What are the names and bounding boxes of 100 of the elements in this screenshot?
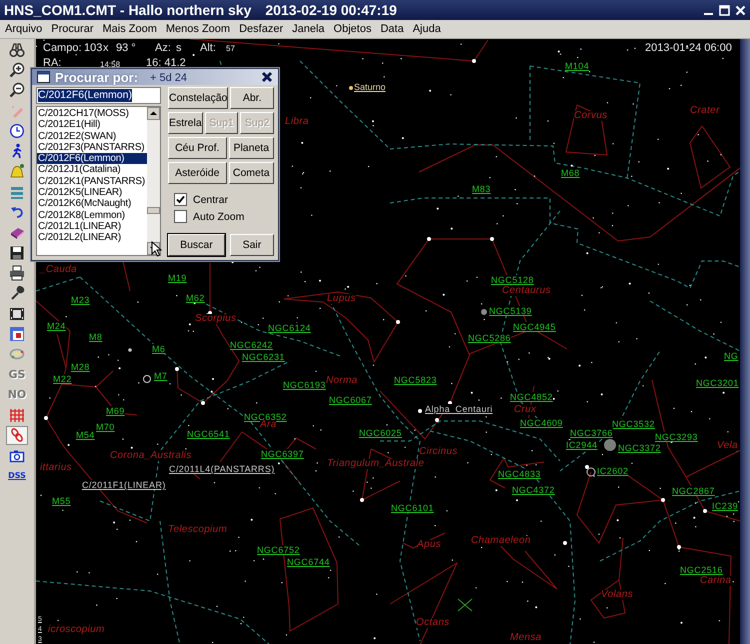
link-icon[interactable] [6, 426, 28, 445]
dialog-title: Procurar por: [55, 70, 138, 84]
constellation-label: Libra [285, 117, 309, 127]
category-button[interactable]: Estrela [168, 112, 203, 134]
constellation-label: Crux [514, 405, 536, 415]
object-label: M8 [89, 332, 102, 342]
object-label: M62 [186, 293, 205, 303]
constellation-label: Centaurus [502, 286, 551, 296]
object-label: NG [724, 351, 738, 361]
constellation-label: Lupus [327, 294, 356, 304]
object-label: NGC6025 [359, 428, 402, 438]
object-label: M19 [168, 273, 187, 283]
object-label: NGC4852 [510, 392, 553, 402]
close-icon[interactable] [261, 71, 273, 83]
list-item[interactable]: C/2012K6(McNaught) [37, 198, 147, 210]
object-label: NGC4372 [512, 485, 555, 495]
object-label: NGC2516 [680, 565, 723, 575]
object-label: NGC4609 [520, 418, 563, 428]
field-value: x [103, 42, 108, 54]
object-label: NGC5139 [489, 306, 532, 316]
list-item[interactable]: C/2012J1(Catalina) [37, 164, 147, 176]
maximize-icon[interactable] [719, 4, 730, 16]
object-label: NGC3201 [696, 378, 739, 388]
ra-label: RA: [43, 57, 62, 69]
object-label: NGC2867 [672, 486, 715, 496]
constellation-label: Octans [416, 618, 450, 628]
scroll-up-icon[interactable] [147, 107, 160, 120]
object-label: NGC3532 [612, 419, 655, 429]
menu-item[interactable]: Ajuda [412, 23, 441, 35]
comet-label: C/2011F1(LINEAR) [82, 480, 166, 490]
list-item[interactable]: C/2012L1(LINEAR) [37, 220, 147, 232]
scrollbar[interactable] [147, 107, 160, 255]
list-item[interactable]: C/2012F6(Lemmon) [37, 153, 147, 164]
constellation-label: Carina [700, 576, 732, 586]
list-item[interactable]: C/2012CH17(MOSS) [37, 108, 147, 120]
category-button[interactable]: Abr. [230, 87, 274, 109]
object-label: NGC3372 [618, 443, 661, 453]
category-button[interactable]: Constelação [168, 87, 228, 109]
constellation-label: Scorpius [195, 314, 236, 324]
star-label: Alpha_Centauri [425, 404, 493, 414]
menu-item[interactable]: Janela [292, 23, 325, 35]
list-item[interactable]: C/2012K1(PANSTARRS) [37, 176, 147, 188]
azimuth-value: s [176, 42, 182, 54]
object-label: IC2944 [566, 440, 598, 450]
object-label: NGC6193 [283, 380, 326, 390]
window-icon [37, 71, 50, 83]
ra-value: 16: 41.2 [146, 57, 186, 69]
declination-value: + 5d 24 [150, 72, 188, 84]
ra-value: 14:58 [100, 59, 120, 71]
comet-label: C/2011L4(PANSTARRS) [169, 464, 275, 474]
window-timestamp: 2013-02-19 00:47:19 [265, 2, 397, 18]
list-item[interactable]: C/2012K5(LINEAR) [37, 187, 147, 198]
menu-item[interactable]: Data [380, 23, 404, 35]
object-label: NGC6067 [329, 395, 372, 405]
list-item[interactable]: C/2012E1(Hill) [37, 119, 147, 131]
list-item[interactable]: C/2012K8(Lemmon) [37, 210, 147, 221]
list-item[interactable]: C/2012F3(PANSTARRS) [37, 142, 147, 154]
constellation-label: Corona_Australis [110, 451, 192, 461]
object-label: M70 [96, 422, 115, 432]
field-value: 93 ° [116, 42, 136, 54]
scroll-thumb[interactable] [147, 207, 160, 214]
constellation-label: Ara [260, 420, 276, 430]
checkbox-label: Centrar [193, 194, 228, 206]
object-label: M7 [154, 371, 168, 381]
object-label: M28 [71, 362, 90, 372]
checkbox[interactable] [174, 210, 187, 223]
search-field[interactable]: C/2012F6(Lemmon) [36, 87, 161, 104]
category-button[interactable]: Planeta [228, 137, 274, 159]
menu-item[interactable]: Procurar [51, 23, 94, 35]
category-button[interactable]: Asteróide [168, 162, 227, 184]
toolbar-button[interactable]: DSS [6, 466, 28, 486]
menu-item[interactable]: Mais Zoom [102, 23, 157, 35]
menu-item[interactable]: Objetos [334, 23, 372, 35]
object-label: NGC5128 [491, 275, 534, 285]
planet-label: Saturno [354, 82, 386, 92]
constellation-label: icroscopium [48, 625, 105, 635]
checkbox[interactable] [174, 193, 187, 206]
menu-item[interactable]: Arquivo [5, 23, 42, 35]
constellation-label: Circinus [419, 447, 458, 457]
object-label: NGC3293 [655, 432, 698, 442]
object-label: M24 [47, 321, 66, 331]
object-label: NGC6752 [257, 545, 300, 555]
object-label: NGC6101 [391, 503, 434, 513]
search-button[interactable]: Buscar [168, 234, 225, 256]
constellation-label: Chamaeleon [471, 536, 531, 546]
list-item[interactable]: C/2012E2(SWAN) [37, 130, 147, 142]
list-item[interactable]: C/2012L2(LINEAR) [37, 232, 147, 244]
window-title: HNS_COM1.CMT - Hallo northern sky [4, 2, 252, 18]
altitude-value: 57 [226, 43, 235, 55]
object-label: NGC6397 [261, 449, 304, 459]
object-label: M83 [472, 184, 491, 194]
category-button[interactable]: Céu Prof. [168, 137, 227, 159]
chart-date: 2013-01-24 06:00 [645, 42, 732, 54]
object-label: M55 [52, 496, 71, 506]
category-button[interactable]: Cometa [228, 162, 274, 184]
field-value: 103 [84, 42, 102, 54]
menu-item[interactable]: Menos Zoom [166, 23, 230, 35]
exit-button[interactable]: Sair [230, 234, 274, 256]
menu-item[interactable]: Desfazer [239, 23, 284, 35]
constellation-label: ittarius [40, 463, 72, 473]
